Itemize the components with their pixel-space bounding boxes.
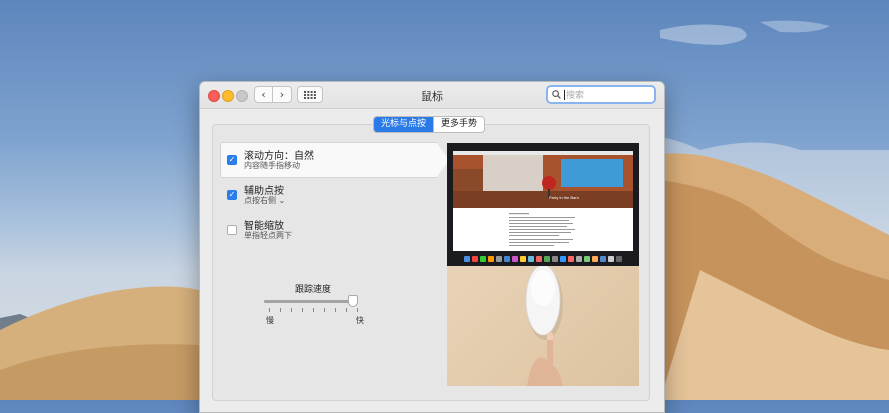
- scroll-direction-description: 内容随手指移动: [244, 161, 300, 170]
- checkmark-icon: ✓: [228, 155, 236, 164]
- tab-bar: 光标与点按 更多手势: [373, 116, 486, 133]
- preview-browser-page: Party in the Barn: [453, 151, 633, 251]
- preview-screen: Party in the Barn: [447, 143, 639, 266]
- slider-thumb[interactable]: [348, 295, 358, 307]
- tracking-speed-slider[interactable]: [264, 295, 358, 307]
- smart-zoom-description: 单指轻点两下: [244, 231, 292, 240]
- preview-desk: [447, 264, 639, 386]
- tab-point-and-click[interactable]: 光标与点按: [374, 117, 434, 132]
- smart-zoom-checkbox[interactable]: [227, 225, 237, 235]
- preview-headline: Party in the Barn: [549, 195, 579, 200]
- fast-label: 快: [356, 316, 364, 325]
- search-icon: [552, 90, 561, 99]
- secondary-click-dropdown[interactable]: 点按右侧 ⌄: [244, 195, 285, 206]
- mouse-preferences-window: ‹ › 鼠标 搜索 光标与点按 更多手势 ✓ 滚动方向：自然 内容随手指移动 ✓…: [199, 81, 665, 413]
- gesture-preview: Party in the Barn: [447, 143, 639, 386]
- tab-more-gestures[interactable]: 更多手势: [433, 117, 484, 132]
- search-placeholder: 搜索: [566, 91, 585, 101]
- slow-label: 慢: [266, 316, 274, 325]
- secondary-click-checkbox[interactable]: ✓: [227, 190, 237, 200]
- tracking-speed-title: 跟踪速度: [295, 285, 332, 295]
- slider-fill: [264, 300, 353, 303]
- search-field[interactable]: 搜索: [546, 85, 656, 104]
- preview-dock: [447, 251, 639, 266]
- title-bar: ‹ › 鼠标 搜索: [200, 82, 664, 109]
- scroll-direction-checkbox[interactable]: ✓: [227, 155, 237, 165]
- text-caret: [564, 89, 565, 100]
- checkmark-icon: ✓: [228, 190, 236, 199]
